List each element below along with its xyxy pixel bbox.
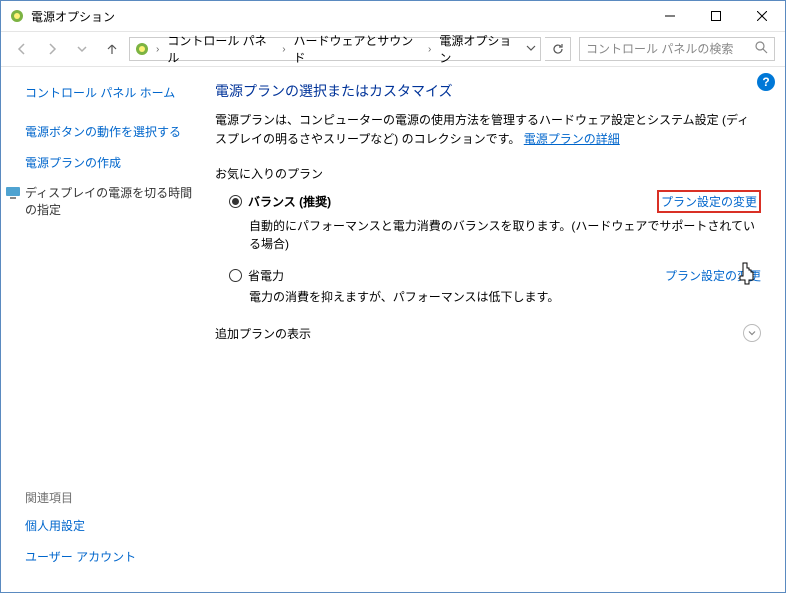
- maximize-button[interactable]: [693, 1, 739, 31]
- plan-name[interactable]: バランス (推奨): [248, 193, 331, 210]
- breadcrumb[interactable]: ハードウェアとサウンド: [292, 32, 422, 66]
- plan-details-link[interactable]: 電源プランの詳細: [524, 132, 620, 146]
- plan-description: 自動的にパフォーマンスと電力消費のバランスを取ります。(ハードウェアでサポートさ…: [249, 217, 761, 253]
- recent-dropdown[interactable]: [69, 36, 95, 62]
- plan-power-saver-radio[interactable]: [229, 269, 242, 282]
- power-options-icon: [9, 8, 25, 24]
- window-buttons: [647, 1, 785, 31]
- back-button[interactable]: [9, 36, 35, 62]
- page-title: 電源プランの選択またはカスタマイズ: [215, 81, 761, 101]
- breadcrumb[interactable]: コントロール パネル: [165, 32, 276, 66]
- chevron-right-icon[interactable]: ›: [154, 44, 161, 55]
- titlebar: 電源オプション: [1, 1, 785, 31]
- plan-balanced-radio[interactable]: [229, 195, 242, 208]
- sidebar-link-power-button[interactable]: 電源ボタンの動作を選択する: [25, 124, 199, 141]
- sidebar-link-create-plan[interactable]: 電源プランの作成: [25, 155, 199, 172]
- plan-balanced: バランス (推奨) プラン設定の変更 自動的にパフォーマンスと電力消費のバランス…: [229, 190, 761, 253]
- window-title: 電源オプション: [31, 8, 647, 25]
- address-bar[interactable]: › コントロール パネル › ハードウェアとサウンド › 電源オプション: [129, 37, 541, 61]
- sidebar: コントロール パネル ホーム 電源ボタンの動作を選択する 電源プランの作成 ディ…: [1, 67, 211, 592]
- control-panel-home-link[interactable]: コントロール パネル ホーム: [25, 85, 199, 102]
- chevron-down-icon[interactable]: [743, 324, 761, 342]
- additional-plans-row[interactable]: 追加プランの表示: [215, 324, 761, 342]
- main-content: 電源プランの選択またはカスタマイズ 電源プランは、コンピューターの電源の使用方法…: [211, 67, 785, 592]
- related-personalization-link[interactable]: 個人用設定: [25, 518, 199, 535]
- related-user-accounts-link[interactable]: ユーザー アカウント: [25, 549, 199, 566]
- breadcrumb[interactable]: 電源オプション: [437, 32, 522, 66]
- up-button[interactable]: [99, 36, 125, 62]
- power-options-icon: [134, 41, 150, 57]
- chevron-right-icon[interactable]: ›: [280, 44, 287, 55]
- plan-name[interactable]: 省電力: [248, 267, 284, 284]
- sidebar-item-label: ディスプレイの電源を切る時間の指定: [25, 186, 192, 217]
- plan-power-saver: 省電力 プラン設定の変更 電力の消費を抑えますが、パフォーマンスは低下します。: [229, 267, 761, 306]
- refresh-button[interactable]: [545, 37, 571, 61]
- window: 電源オプション › コントロール パネル › ハードウェアとサウンド › 電源オ…: [0, 0, 786, 593]
- chevron-right-icon[interactable]: ›: [426, 44, 433, 55]
- forward-button[interactable]: [39, 36, 65, 62]
- change-plan-settings-link[interactable]: プラン設定の変更: [657, 190, 761, 213]
- close-button[interactable]: [739, 1, 785, 31]
- search-icon[interactable]: [755, 41, 768, 57]
- sidebar-link-display-off[interactable]: ディスプレイの電源を切る時間の指定: [25, 185, 199, 219]
- help-button[interactable]: ?: [757, 73, 775, 91]
- favorite-plans-heading: お気に入りのプラン: [215, 165, 761, 182]
- content-body: ? コントロール パネル ホーム 電源ボタンの動作を選択する 電源プランの作成 …: [1, 67, 785, 592]
- address-dropdown[interactable]: [526, 42, 536, 56]
- change-plan-settings-link[interactable]: プラン設定の変更: [665, 267, 761, 284]
- additional-plans-label: 追加プランの表示: [215, 325, 311, 342]
- related-heading: 関連項目: [25, 489, 199, 506]
- page-description: 電源プランは、コンピューターの電源の使用方法を管理するハードウェア設定とシステム…: [215, 111, 761, 149]
- monitor-icon: [5, 185, 21, 201]
- search-box[interactable]: [579, 37, 775, 61]
- plan-description: 電力の消費を抑えますが、パフォーマンスは低下します。: [249, 288, 761, 306]
- search-input[interactable]: [586, 42, 755, 56]
- minimize-button[interactable]: [647, 1, 693, 31]
- navbar: › コントロール パネル › ハードウェアとサウンド › 電源オプション: [1, 31, 785, 67]
